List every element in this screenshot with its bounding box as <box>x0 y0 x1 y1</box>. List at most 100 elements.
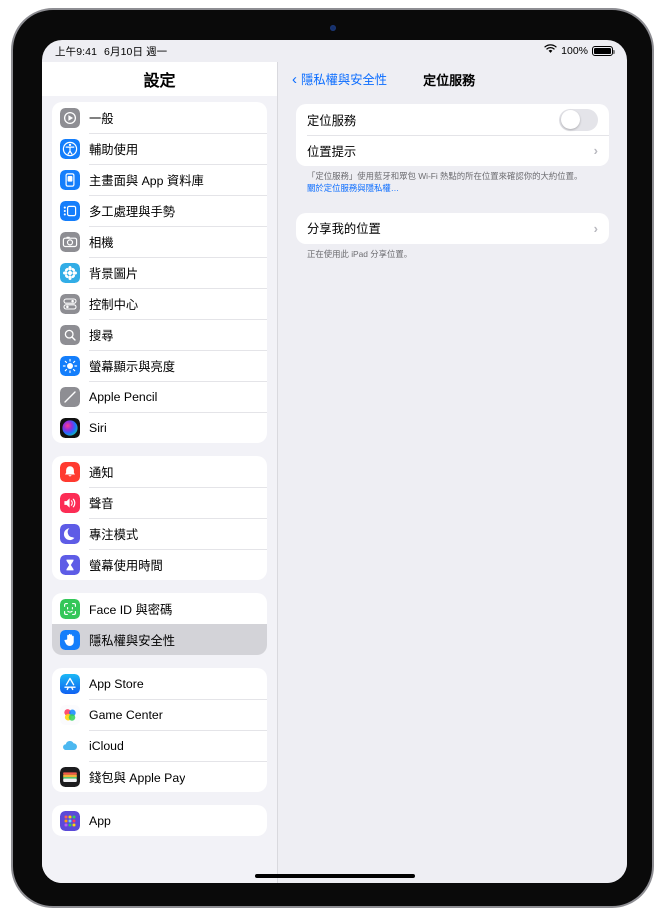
sidebar-item-app-store[interactable]: App Store <box>52 668 267 699</box>
sidebar-item-label: 聲音 <box>89 496 114 511</box>
sidebar-item-multitasking[interactable]: 多工處理與手勢 <box>52 195 267 226</box>
location-services-card: 定位服務 位置提示 › <box>296 104 609 166</box>
sidebar-group-security: Face ID 與密碼 隱私權與安全性 <box>52 593 267 655</box>
camera-icon <box>60 231 80 252</box>
sidebar-item-label: 相機 <box>89 235 114 250</box>
notifications-bell-icon <box>60 461 80 482</box>
sidebar-group-alerts: 通知 聲音 專注模式 螢幕使用時間 <box>52 456 267 580</box>
sidebar-item-label: 隱私權與安全性 <box>89 633 176 648</box>
sidebar-item-label: Siri <box>89 420 107 435</box>
sidebar-item-notifications[interactable]: 通知 <box>52 456 267 487</box>
sidebar-item-wallpaper[interactable]: 背景圖片 <box>52 257 267 288</box>
location-services-toggle[interactable] <box>559 108 598 131</box>
sidebar-titlebar: 設定 <box>42 62 277 96</box>
share-my-location-row[interactable]: 分享我的位置 › <box>296 213 609 244</box>
battery-full-icon <box>592 46 616 56</box>
chevron-right-icon: › <box>593 143 598 158</box>
sidebar-item-label: 搜尋 <box>89 328 114 343</box>
share-location-card: 分享我的位置 › <box>296 212 609 244</box>
sidebar-item-siri[interactable]: Siri <box>52 412 267 443</box>
sidebar-item-control-center[interactable]: 控制中心 <box>52 288 267 319</box>
sidebar-item-label: Game Center <box>89 707 163 722</box>
toggle-knob <box>560 110 580 129</box>
apps-grid-icon <box>60 810 80 831</box>
gear-icon <box>60 107 80 128</box>
front-camera-icon <box>329 25 336 31</box>
location-services-footnote: 「定位服務」使用藍牙和眾包 Wi-Fi 熱點的所在位置來確認你的大約位置。 關於… <box>296 166 609 195</box>
wifi-icon <box>544 43 557 57</box>
face-id-icon <box>60 598 80 619</box>
sidebar-item-accessibility[interactable]: 輔助使用 <box>52 133 267 164</box>
back-button[interactable]: ‹ 隱私權與安全性 <box>292 70 387 88</box>
footnote-text: 正在使用此 iPad 分享位置。 <box>307 248 413 259</box>
split-view: 設定 一般 輔助使用 主畫面與 App 資料庫 多工處理與手勢 相機 背景圖片 … <box>42 62 627 883</box>
location-alerts-label: 位置提示 <box>307 144 357 159</box>
sound-speaker-icon <box>60 492 80 513</box>
siri-icon <box>60 417 80 438</box>
sidebar-item-apple-pencil[interactable]: Apple Pencil <box>52 381 267 412</box>
sidebar-item-privacy-security[interactable]: 隱私權與安全性 <box>52 624 267 655</box>
sidebar-item-game-center[interactable]: Game Center <box>52 699 267 730</box>
pencil-icon <box>60 386 80 407</box>
game-center-icon <box>60 704 80 725</box>
sidebar-item-label: App <box>89 813 111 828</box>
share-my-location-label: 分享我的位置 <box>307 222 381 237</box>
focus-moon-icon <box>60 523 80 544</box>
screen-time-hourglass-icon <box>60 554 80 575</box>
privacy-learn-more-link[interactable]: 關於定位服務與隱私權… <box>307 183 399 193</box>
sidebar-item-wallet[interactable]: 錢包與 Apple Pay <box>52 761 267 792</box>
sidebar-item-screen-time[interactable]: 螢幕使用時間 <box>52 549 267 580</box>
sidebar-item-label: iCloud <box>89 738 124 753</box>
status-time: 上午9:41 <box>55 45 98 58</box>
chevron-left-icon: ‹ <box>292 70 297 88</box>
sidebar-item-home-screen[interactable]: 主畫面與 App 資料庫 <box>52 164 267 195</box>
wallet-icon <box>60 766 80 787</box>
sidebar-item-label: 一般 <box>89 111 114 126</box>
page-title: 設定 <box>143 73 176 90</box>
sidebar-item-label: 螢幕顯示與亮度 <box>89 359 176 374</box>
sidebar-item-focus[interactable]: 專注模式 <box>52 518 267 549</box>
detail-scroll-area[interactable]: 定位服務 位置提示 › 「定位服務」使用藍牙和眾包 Wi-Fi 熱點的所在位置來… <box>278 96 627 883</box>
sidebar-item-general[interactable]: 一般 <box>52 102 267 133</box>
wallpaper-icon <box>60 262 80 283</box>
sidebar-group-apps: App <box>52 805 267 836</box>
sidebar-group-system: 一般 輔助使用 主畫面與 App 資料庫 多工處理與手勢 相機 背景圖片 控制中… <box>52 102 267 443</box>
sidebar-item-icloud[interactable]: iCloud <box>52 730 267 761</box>
sidebar-item-label: 背景圖片 <box>89 266 139 281</box>
sidebar-item-apps[interactable]: App <box>52 805 267 836</box>
sidebar-scroll-area[interactable]: 一般 輔助使用 主畫面與 App 資料庫 多工處理與手勢 相機 背景圖片 控制中… <box>42 96 277 883</box>
sidebar-item-sounds[interactable]: 聲音 <box>52 487 267 518</box>
ipad-device-frame: 上午9:41 6月10日 週一 100% 設定 一般 輔助使用 主畫面與 App… <box>11 8 654 908</box>
sidebar-item-face-id[interactable]: Face ID 與密碼 <box>52 593 267 624</box>
sidebar-item-label: 輔助使用 <box>89 142 139 157</box>
icloud-icon <box>60 735 80 756</box>
sidebar-item-label: 專注模式 <box>89 527 139 542</box>
sidebar-item-label: 主畫面與 App 資料庫 <box>89 173 204 188</box>
privacy-hand-icon <box>60 629 80 650</box>
location-alerts-row[interactable]: 位置提示 › <box>296 135 609 166</box>
sidebar-item-display-brightness[interactable]: 螢幕顯示與亮度 <box>52 350 267 381</box>
status-bar-right: 100% <box>544 43 616 58</box>
location-services-label: 定位服務 <box>307 113 357 128</box>
sidebar-item-search[interactable]: 搜尋 <box>52 319 267 350</box>
control-center-icon <box>60 293 80 314</box>
location-services-row[interactable]: 定位服務 <box>296 104 609 135</box>
status-bar-left: 上午9:41 6月10日 週一 <box>55 44 167 59</box>
status-bar: 上午9:41 6月10日 週一 100% <box>42 40 627 62</box>
sidebar-item-label: 控制中心 <box>89 297 139 312</box>
sidebar-item-label: App Store <box>89 676 144 691</box>
footnote-text: 「定位服務」使用藍牙和眾包 Wi-Fi 熱點的所在位置來確認你的大約位置。 <box>307 171 583 181</box>
battery-percent-label: 100% <box>561 45 588 57</box>
sidebar-item-label: 多工處理與手勢 <box>89 204 176 219</box>
sidebar-group-services: App Store Game Center iCloud 錢包與 Apple P… <box>52 668 267 792</box>
back-button-label: 隱私權與安全性 <box>301 73 388 87</box>
multitasking-icon <box>60 200 80 221</box>
sidebar-item-camera[interactable]: 相機 <box>52 226 267 257</box>
home-indicator[interactable] <box>254 874 415 878</box>
detail-title: 定位服務 <box>423 72 476 88</box>
app-store-icon <box>60 673 80 694</box>
share-location-footnote: 正在使用此 iPad 分享位置。 <box>296 244 609 261</box>
chevron-right-icon: › <box>593 220 598 236</box>
search-icon <box>60 324 80 345</box>
sidebar-item-label: 錢包與 Apple Pay <box>89 770 186 785</box>
